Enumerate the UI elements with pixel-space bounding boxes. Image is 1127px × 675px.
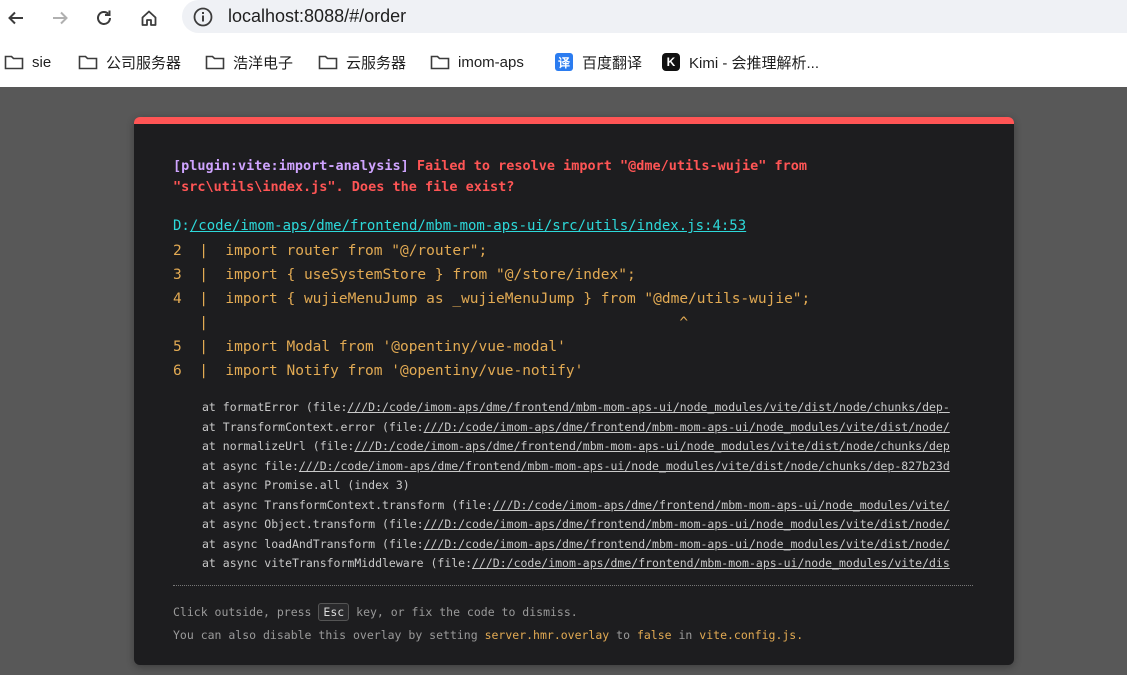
kimi-badge: K <box>662 53 680 71</box>
home-icon <box>141 10 157 26</box>
stack-row: at normalizeUrl (file:///D:/code/imom-ap… <box>202 437 974 457</box>
bookmark-label: 公司服务器 <box>106 54 182 72</box>
stack-link[interactable]: ///D:/code/imom-aps/dme/frontend/mbm-mom… <box>347 400 949 414</box>
back-arrow-icon <box>8 11 23 25</box>
browser-toolbar: localhost:8088/#/order <box>0 0 1127 36</box>
home-button[interactable] <box>135 4 163 32</box>
bookmark-haoyang[interactable]: 浩洋电子 <box>205 51 293 73</box>
stack-row: at formatError (file:///D:/code/imom-aps… <box>202 398 974 418</box>
code-line: 3 | import { useSystemStore } from "@/st… <box>173 267 636 283</box>
stack-row: at async Promise.all (index 3) <box>202 476 974 496</box>
bookmark-label: 云服务器 <box>346 54 407 72</box>
bookmarks-bar: sie 公司服务器 浩洋电子 云服务器 imom-aps 译 百度翻译 K Ki… <box>0 42 1127 82</box>
stack-link[interactable]: ///D:/code/imom-aps/dme/frontend/mbm-mom… <box>493 498 950 512</box>
tip-line-2: You can also disable this overlay by set… <box>173 624 803 647</box>
config-file: vite.config.js. <box>699 628 804 642</box>
reload-button[interactable] <box>90 4 118 32</box>
site-info-icon[interactable] <box>192 6 214 28</box>
divider <box>173 585 973 586</box>
error-overlay: [plugin:vite:import-analysis] Failed to … <box>134 117 1014 665</box>
bookmark-label: 百度翻译 <box>582 54 643 72</box>
stack-text: at formatError (file: <box>202 400 348 414</box>
file-drive: D: <box>173 218 190 234</box>
address-bar[interactable]: localhost:8088/#/order <box>182 0 1127 33</box>
forward-arrow-icon <box>53 11 68 25</box>
bookmark-baidu-translate[interactable]: 译 百度翻译 <box>554 51 642 73</box>
tip-text: Click outside, press <box>173 605 312 619</box>
stack-row: at async file:///D:/code/imom-aps/dme/fr… <box>202 457 974 477</box>
stack-link[interactable]: ///D:/code/imom-aps/dme/frontend/mbm-mom… <box>424 537 950 551</box>
folder-icon <box>318 53 338 71</box>
stack-link[interactable]: ///D:/code/imom-aps/dme/frontend/mbm-mom… <box>424 420 950 434</box>
stack-row: at async TransformContext.transform (fil… <box>202 496 974 516</box>
stack-text: at async loadAndTransform (file: <box>202 536 424 551</box>
bookmark-label: sie <box>32 53 52 71</box>
code-line: 5 | import Modal from '@opentiny/vue-mod… <box>173 339 566 355</box>
translate-icon: 译 <box>554 53 574 71</box>
tip-text: in <box>678 628 693 642</box>
stack-row: at TransformContext.error (file:///D:/co… <box>202 418 974 438</box>
url-text: localhost:8088/#/order <box>228 6 407 26</box>
kimi-icon: K <box>661 53 681 71</box>
bookmark-label: 浩洋电子 <box>233 54 294 72</box>
bookmark-company-servers[interactable]: 公司服务器 <box>78 51 181 73</box>
setting-name: server.hmr.overlay <box>484 628 610 642</box>
message-line-2: "src\utils\index.js". Does the file exis… <box>173 179 515 195</box>
bookmark-imom-aps[interactable]: imom-aps <box>430 51 524 73</box>
stack-link[interactable]: ///D:/code/imom-aps/dme/frontend/mbm-mom… <box>472 556 950 570</box>
stack-text: at async Object.transform (file: <box>202 517 424 531</box>
stack-row: at async Object.transform (file:///D:/co… <box>202 515 974 535</box>
stack-row: at async loadAndTransform (file:///D:/co… <box>202 535 974 555</box>
stack-trace: at formatError (file:///D:/code/imom-aps… <box>202 398 974 574</box>
code-line: 6 | import Notify from '@opentiny/vue-no… <box>173 363 584 379</box>
stack-link[interactable]: ///D:/code/imom-aps/dme/frontend/mbm-mom… <box>424 517 950 531</box>
bookmark-label: imom-aps <box>458 53 524 71</box>
dismiss-tip: Click outside, press Esc key, or fix the… <box>173 601 803 647</box>
stack-text: at async file: <box>202 458 299 473</box>
error-file: D:/code/imom-aps/dme/frontend/mbm-mom-ap… <box>173 216 746 236</box>
tip-text: to <box>616 628 630 642</box>
translate-badge: 译 <box>555 53 573 71</box>
code-line: 4 | import { wujieMenuJump as _wujieMenu… <box>173 291 811 307</box>
bookmark-sie[interactable]: sie <box>4 51 51 73</box>
tip-text: key, or fix the code to dismiss. <box>356 605 578 619</box>
tip-text: You can also disable this overlay by set… <box>173 628 478 642</box>
file-link[interactable]: /code/imom-aps/dme/frontend/mbm-mom-aps-… <box>190 218 746 234</box>
plugin-name: [plugin:vite:import-analysis] <box>173 158 409 174</box>
stack-text: at async Promise.all (index 3) <box>202 478 410 492</box>
forward-button[interactable] <box>46 4 74 32</box>
bookmark-cloud-servers[interactable]: 云服务器 <box>318 51 406 73</box>
stack-link[interactable]: ///D:/code/imom-aps/dme/frontend/mbm-mom… <box>354 439 949 453</box>
tip-line-1: Click outside, press Esc key, or fix the… <box>173 601 803 624</box>
code-line: 2 | import router from "@/router"; <box>173 243 488 259</box>
message-line-1: Failed to resolve import "@dme/utils-wuj… <box>416 158 807 174</box>
folder-icon <box>430 53 450 71</box>
code-caret-line: | ^ <box>173 315 689 331</box>
error-message: [plugin:vite:import-analysis] Failed to … <box>173 156 973 198</box>
stack-link[interactable]: ///D:/code/imom-aps/dme/frontend/mbm-mom… <box>299 459 950 473</box>
stack-text: at async viteTransformMiddleware (file: <box>202 556 473 570</box>
stack-text: at normalizeUrl (file: <box>202 439 355 453</box>
stack-text: at TransformContext.error (file: <box>202 419 424 434</box>
folder-icon <box>78 53 98 71</box>
bookmark-label: Kimi - 会推理解析... <box>689 54 819 72</box>
back-button[interactable] <box>2 4 30 32</box>
code-frame: 2 | import router from "@/router"; 3 | i… <box>173 239 810 383</box>
folder-icon <box>4 53 24 71</box>
setting-value: false <box>636 628 672 642</box>
stack-row: at async viteTransformMiddleware (file:/… <box>202 554 974 574</box>
stack-text: at async TransformContext.transform (fil… <box>202 497 493 512</box>
esc-key: Esc <box>318 603 350 621</box>
folder-icon <box>205 53 225 71</box>
reload-icon <box>97 10 111 25</box>
bookmark-kimi[interactable]: K Kimi - 会推理解析... <box>661 51 819 73</box>
